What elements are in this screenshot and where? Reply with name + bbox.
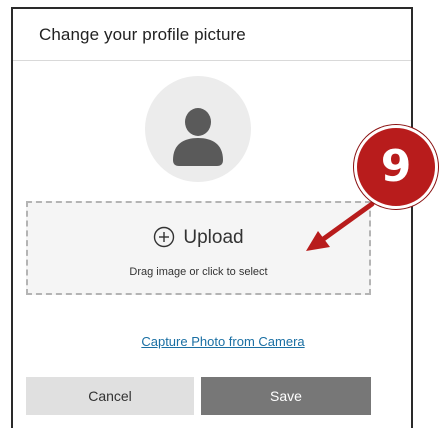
dialog-header: Change your profile picture — [13, 9, 411, 61]
save-button[interactable]: Save — [201, 377, 371, 415]
annotation-number-badge: 9 — [354, 125, 438, 209]
person-icon — [173, 108, 223, 166]
drop-hint: Drag image or click to select — [129, 266, 268, 278]
capture-photo-link[interactable]: Capture Photo from Camera — [0, 334, 446, 349]
upload-row[interactable]: Upload — [28, 226, 369, 249]
dialog-title: Change your profile picture — [39, 25, 246, 44]
avatar — [145, 76, 251, 182]
upload-dropzone[interactable]: Upload Drag image or click to select — [26, 201, 371, 295]
upload-label: Upload — [183, 227, 244, 248]
cancel-button[interactable]: Cancel — [26, 377, 194, 415]
plus-circle-icon — [154, 226, 175, 247]
